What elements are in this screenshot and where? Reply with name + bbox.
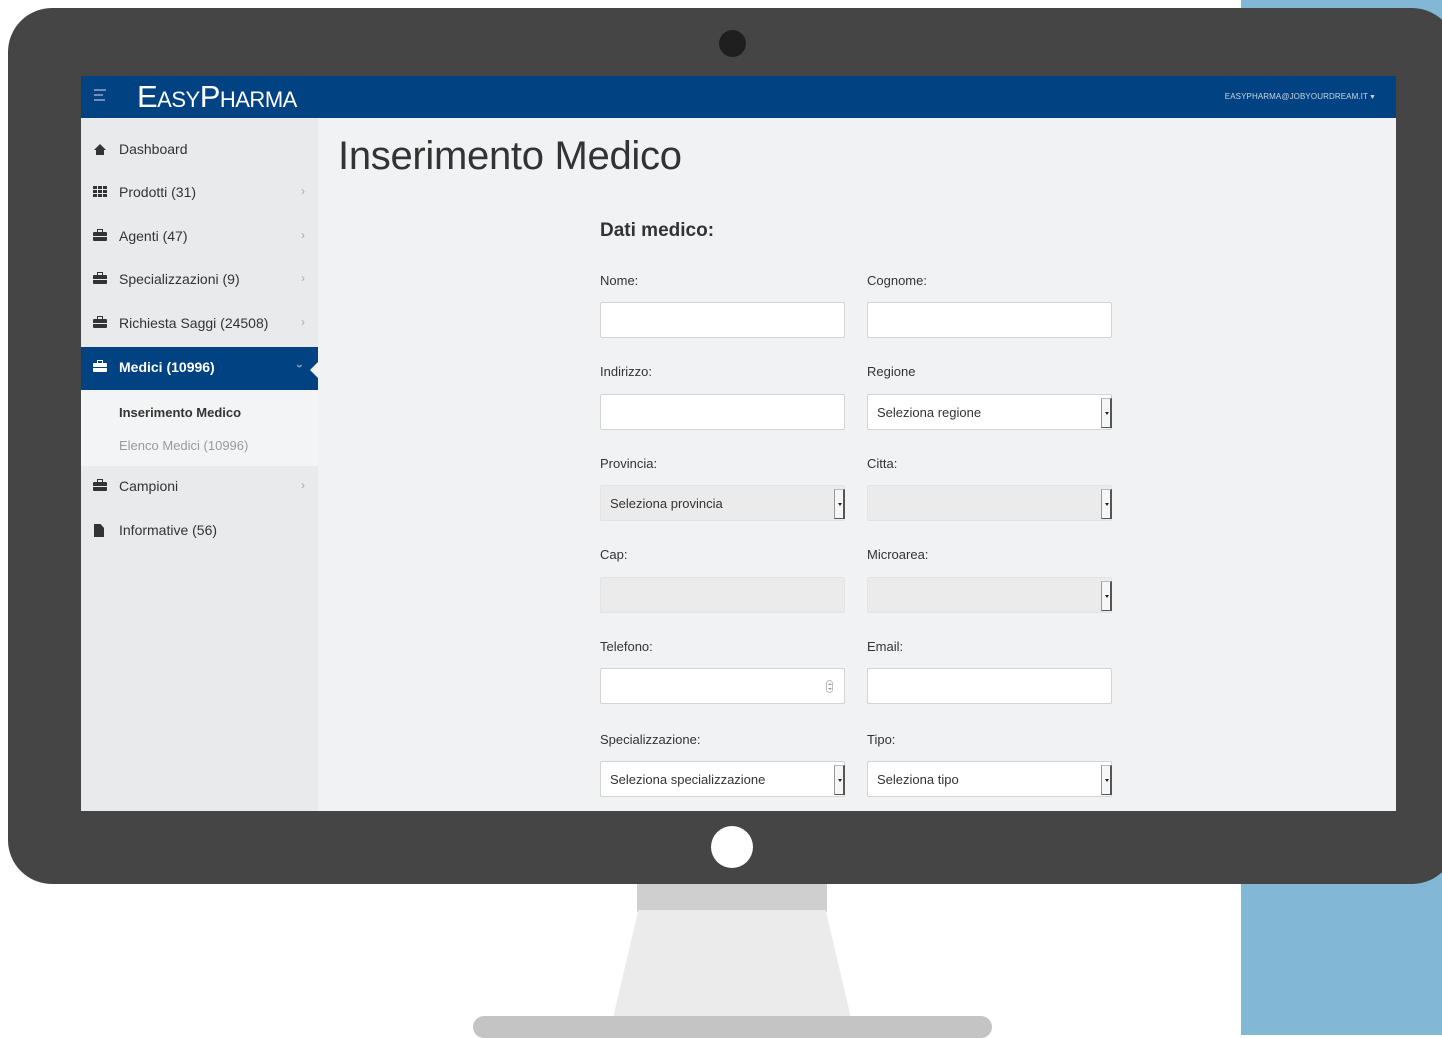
email-label: Email: xyxy=(867,639,904,654)
provincia-selected-value: Seleziona provincia xyxy=(610,496,723,511)
caret-down-icon: ▼ xyxy=(1368,94,1376,101)
regione-label: Regione xyxy=(867,364,916,379)
regione-select[interactable]: Seleziona regione xyxy=(867,394,1112,430)
sidebar-item-specializzazioni[interactable]: Specializzazioni (9) › xyxy=(81,259,318,302)
sidebar-item-campioni[interactable]: Campioni › xyxy=(81,466,318,509)
medici-submenu: Inserimento Medico Elenco Medici (10996) xyxy=(81,390,318,466)
regione-selected-value: Seleziona regione xyxy=(877,405,982,420)
provincia-label: Provincia: xyxy=(600,456,658,471)
camera-icon xyxy=(719,30,746,57)
sidebar-item-richiesta-saggi[interactable]: Richiesta Saggi (24508) › xyxy=(81,303,318,346)
briefcase-icon xyxy=(93,229,109,245)
provincia-select[interactable]: Seleziona provincia xyxy=(600,485,845,521)
screen: EasyPharma easypharma@jobyourdream.it▼ D… xyxy=(81,76,1396,811)
sidebar-item-label: Dashboard xyxy=(119,141,188,157)
briefcase-icon xyxy=(93,272,109,288)
cognome-label: Cognome: xyxy=(867,273,927,288)
user-menu[interactable]: easypharma@jobyourdream.it▼ xyxy=(1225,92,1376,101)
sidebar-item-label: Medici (10996) xyxy=(119,359,215,375)
cap-input[interactable] xyxy=(600,577,845,613)
user-email: easypharma@jobyourdream.it xyxy=(1224,92,1368,101)
chevron-right-icon: › xyxy=(301,184,305,198)
sidebar-item-label: Informative (56) xyxy=(119,522,218,538)
grid-icon xyxy=(93,185,109,201)
sidebar-item-medici[interactable]: Medici (10996) › xyxy=(81,347,319,390)
microarea-label: Microarea: xyxy=(867,547,929,562)
top-navbar: EasyPharma easypharma@jobyourdream.it▼ xyxy=(81,76,1396,118)
sidebar-item-label: Campioni xyxy=(119,478,179,494)
chevron-right-icon: › xyxy=(301,271,305,285)
microarea-select[interactable] xyxy=(867,577,1112,613)
sidebar-item-dashboard[interactable]: Dashboard xyxy=(81,129,318,172)
cognome-input[interactable] xyxy=(867,302,1112,338)
chevron-right-icon: › xyxy=(301,315,305,329)
select-arrow-icon xyxy=(834,489,845,519)
home-icon xyxy=(93,142,109,158)
sidebar: Dashboard Prodotti (31) › Agenti (47) › … xyxy=(81,118,319,811)
select-arrow-icon xyxy=(834,765,845,795)
sidebar-item-label: Richiesta Saggi (24508) xyxy=(119,315,269,331)
sidebar-item-informative[interactable]: Informative (56) xyxy=(81,510,318,553)
specializzazione-selected-value: Seleziona specializzazione xyxy=(610,772,766,787)
indirizzo-input[interactable] xyxy=(600,394,845,430)
submenu-item-inserimento-medico[interactable]: Inserimento Medico xyxy=(119,405,241,420)
chevron-right-icon: › xyxy=(301,228,305,242)
form-section-title: Dati medico: xyxy=(600,220,715,241)
select-arrow-icon xyxy=(1101,489,1112,519)
monitor-stand-neck xyxy=(637,882,827,912)
chevron-right-icon: › xyxy=(301,478,305,492)
cap-label: Cap: xyxy=(600,547,628,562)
active-indicator xyxy=(310,361,319,379)
specializzazione-label: Specializzazione: xyxy=(600,732,701,747)
telefono-input[interactable] xyxy=(600,668,845,704)
email-input[interactable] xyxy=(867,668,1112,704)
monitor-stand xyxy=(612,910,852,1022)
briefcase-icon xyxy=(93,316,109,332)
sidebar-item-label: Specializzazioni (9) xyxy=(119,271,240,287)
monitor-button xyxy=(711,826,753,868)
citta-select[interactable] xyxy=(867,485,1112,521)
indirizzo-label: Indirizzo: xyxy=(600,364,653,379)
nome-label: Nome: xyxy=(600,273,639,288)
tipo-label: Tipo: xyxy=(867,732,896,747)
select-arrow-icon xyxy=(1101,398,1112,428)
nome-input[interactable] xyxy=(600,302,845,338)
briefcase-icon xyxy=(93,360,109,376)
number-spinner-icon[interactable] xyxy=(826,680,833,693)
file-icon xyxy=(93,523,109,539)
menu-toggle-icon[interactable] xyxy=(94,89,106,105)
chevron-down-icon: › xyxy=(293,364,307,368)
citta-label: Citta: xyxy=(867,456,898,471)
select-arrow-icon xyxy=(1101,581,1112,611)
sidebar-item-label: Agenti (47) xyxy=(119,228,188,244)
sidebar-item-label: Prodotti (31) xyxy=(119,184,197,200)
sidebar-item-agenti[interactable]: Agenti (47) › xyxy=(81,216,318,259)
tipo-selected-value: Seleziona tipo xyxy=(877,772,959,787)
select-arrow-icon xyxy=(1101,765,1112,795)
sidebar-item-prodotti[interactable]: Prodotti (31) › xyxy=(81,172,318,215)
specializzazione-select[interactable]: Seleziona specializzazione xyxy=(600,761,845,797)
page-title: Inserimento Medico xyxy=(338,134,682,178)
briefcase-icon xyxy=(93,479,109,495)
submenu-item-elenco-medici[interactable]: Elenco Medici (10996) xyxy=(119,438,248,453)
brand-logo[interactable]: EasyPharma xyxy=(137,80,297,114)
telefono-label: Telefono: xyxy=(600,639,653,654)
tipo-select[interactable]: Seleziona tipo xyxy=(867,761,1112,797)
